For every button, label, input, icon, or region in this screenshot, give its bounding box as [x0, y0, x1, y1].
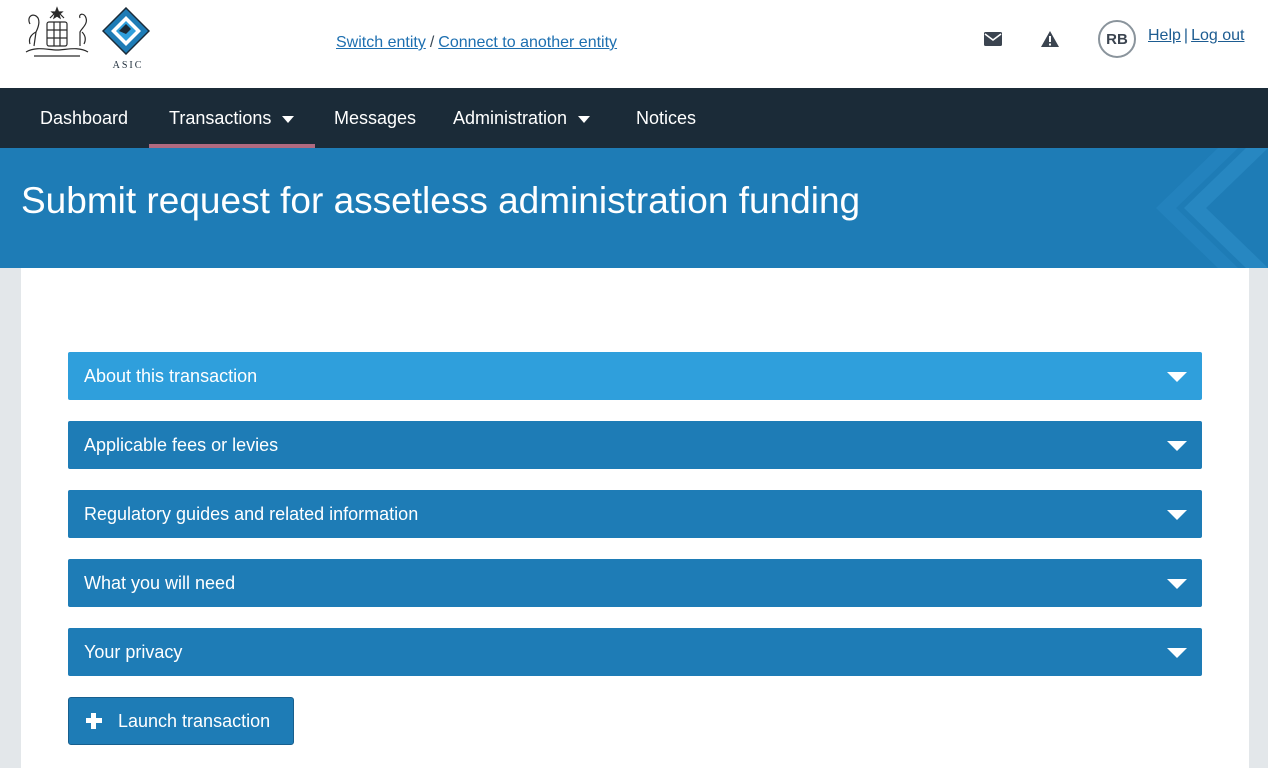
logout-link[interactable]: Log out [1191, 27, 1244, 44]
main-nav: Dashboard Transactions Messages Administ… [0, 88, 1268, 148]
accordion-label: Regulatory guides and related informatio… [84, 503, 419, 524]
accordion-regulatory-guides[interactable]: Regulatory guides and related informatio… [68, 490, 1202, 538]
nav-messages[interactable]: Messages [334, 88, 416, 148]
accordion-label: About this transaction [84, 365, 258, 386]
page-banner: Submit request for assetless administrat… [0, 148, 1268, 268]
nav-notices[interactable]: Notices [636, 88, 696, 148]
top-header: ASIC Switch entity / Connect to another en… [0, 0, 1268, 88]
switch-entity-link[interactable]: Switch entity [336, 34, 426, 51]
chevron-decoration-icon [1156, 148, 1268, 268]
caret-down-icon [282, 115, 295, 123]
accordion-label: Applicable fees or levies [84, 434, 279, 455]
plus-icon [86, 713, 102, 729]
chevron-down-icon [1167, 648, 1187, 658]
help-links-separator: | [1183, 27, 1189, 44]
accordion-label: What you will need [84, 572, 236, 593]
entity-links: Switch entity / Connect to another entity [336, 34, 617, 52]
asic-logo-text: ASIC [112, 60, 144, 71]
nav-notices-label: Notices [636, 107, 697, 128]
nav-transactions-label: Transactions [169, 107, 272, 128]
user-avatar[interactable]: RB [1098, 20, 1136, 58]
entity-links-separator: / [429, 34, 435, 51]
envelope-icon[interactable] [982, 28, 1004, 50]
chevron-down-icon [1167, 441, 1187, 451]
asic-logo [102, 7, 150, 55]
coat-of-arms-logo [25, 6, 89, 57]
chevron-down-icon [1167, 510, 1187, 520]
caret-down-icon [578, 115, 591, 123]
help-link[interactable]: Help [1148, 27, 1181, 44]
main-content: About this transaction Applicable fees o… [21, 268, 1249, 768]
warning-icon[interactable] [1039, 28, 1061, 50]
accordion-label: Your privacy [84, 641, 183, 662]
accordion-fees-levies[interactable]: Applicable fees or levies [68, 421, 1202, 469]
nav-transactions[interactable]: Transactions [169, 88, 295, 148]
nav-administration[interactable]: Administration [453, 88, 591, 148]
connect-entity-link[interactable]: Connect to another entity [438, 34, 617, 51]
accordion-what-you-need[interactable]: What you will need [68, 559, 1202, 607]
chevron-down-icon [1167, 579, 1187, 589]
launch-transaction-button[interactable]: Launch transaction [68, 697, 294, 745]
nav-dashboard-label: Dashboard [40, 107, 129, 128]
nav-administration-label: Administration [453, 107, 568, 128]
nav-dashboard[interactable]: Dashboard [40, 88, 128, 148]
accordion-privacy[interactable]: Your privacy [68, 628, 1202, 676]
launch-transaction-label: Launch transaction [118, 710, 271, 731]
chevron-down-icon [1167, 372, 1187, 382]
nav-messages-label: Messages [334, 107, 417, 128]
help-links: Help | Log out [1148, 27, 1244, 45]
accordion-about-transaction[interactable]: About this transaction [68, 352, 1202, 400]
page-title: Submit request for assetless administrat… [21, 180, 861, 221]
